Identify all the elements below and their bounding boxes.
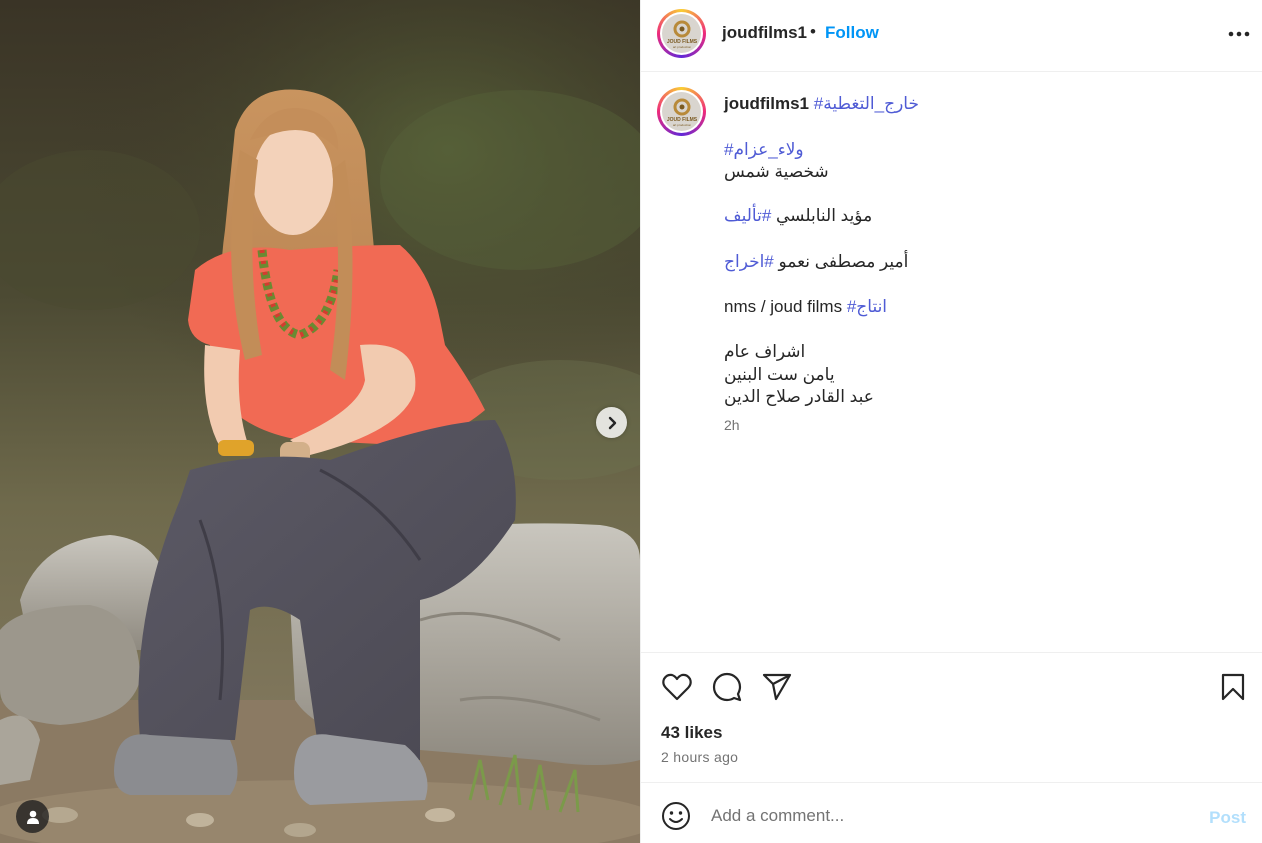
post-side-panel: JOUD FILMS art production joudfilms1 • F… (640, 0, 1262, 843)
caption-text: شخصية شمس (724, 162, 829, 181)
hashtag-link[interactable]: #اخراج (724, 252, 774, 271)
joud-films-logo: JOUD FILMS art production (662, 14, 701, 53)
post-header: JOUD FILMS art production joudfilms1 • F… (641, 0, 1262, 72)
caption-avatar[interactable]: JOUD FILMS art production (657, 87, 706, 136)
photo-woman-sitting-on-rock (0, 0, 640, 843)
more-options-button[interactable] (1227, 22, 1251, 46)
emoji-icon (662, 802, 690, 830)
share-button[interactable] (760, 670, 794, 704)
post-actions: 43 likes 2 hours ago (641, 652, 1262, 782)
caption-line-4: مؤيد النابلسي #تأليف (724, 206, 872, 226)
caption-line-1: joudfilms1 #خارج_التغطية (724, 94, 919, 114)
caption-line-2: #ولاء_عزام (724, 140, 804, 160)
hashtag-link[interactable]: #ولاء_عزام (724, 140, 804, 159)
likes-count[interactable]: 43 likes (661, 723, 722, 743)
save-button[interactable] (1216, 670, 1250, 704)
hashtag-link[interactable]: #خارج_التغطية (814, 94, 919, 113)
paper-plane-icon (762, 673, 792, 701)
caption-line-3: شخصية شمس (724, 162, 829, 182)
user-tag-icon (26, 810, 39, 824)
svg-text:art production: art production (672, 45, 691, 49)
comment-bubble-icon (712, 672, 742, 702)
caption-text: مؤيد النابلسي (776, 206, 873, 225)
post-timestamp: 2 hours ago (661, 749, 739, 765)
comment-bar: Post (641, 782, 1262, 843)
separator-dot: • (810, 22, 816, 41)
post-caption: JOUD FILMS art production joudfilms1 #خا… (641, 72, 1262, 652)
caption-line-8: يامن ست البنين (724, 365, 835, 385)
post-photo[interactable] (0, 0, 640, 843)
caption-line-5: أمير مصطفى نعمو #اخراج (724, 252, 908, 272)
caption-text: أمير مصطفى نعمو (778, 252, 909, 271)
username-link[interactable]: joudfilms1 (722, 23, 807, 43)
more-options-icon (1228, 31, 1250, 37)
follow-button[interactable]: Follow (825, 23, 879, 43)
emoji-button[interactable] (661, 801, 691, 831)
hashtag-link[interactable]: #تأليف (724, 206, 771, 225)
next-image-button[interactable] (596, 407, 627, 438)
tagged-users-button[interactable] (16, 800, 49, 833)
caption-text: عبد القادر صلاح الدين (724, 387, 874, 406)
like-button[interactable] (660, 670, 694, 704)
chevron-right-icon (608, 416, 616, 429)
caption-text: يامن ست البنين (724, 365, 835, 384)
caption-username[interactable]: joudfilms1 (724, 94, 809, 113)
caption-line-7: اشراف عام (724, 342, 805, 362)
bookmark-icon (1221, 673, 1245, 701)
avatar[interactable]: JOUD FILMS art production (657, 9, 706, 58)
comment-button[interactable] (710, 670, 744, 704)
svg-text:art production: art production (672, 123, 691, 127)
joud-films-logo: JOUD FILMS art production (662, 92, 701, 131)
caption-timestamp[interactable]: 2h (724, 417, 740, 433)
caption-line-6: nms / joud films #انتاج (724, 297, 887, 317)
hashtag-link[interactable]: #انتاج (847, 297, 887, 316)
caption-text: اشراف عام (724, 342, 806, 361)
caption-text: nms / joud films (724, 297, 843, 316)
comment-input[interactable] (711, 801, 1191, 831)
caption-line-9: عبد القادر صلاح الدين (724, 387, 874, 407)
heart-icon (662, 673, 692, 701)
post-comment-button[interactable]: Post (1209, 808, 1246, 828)
